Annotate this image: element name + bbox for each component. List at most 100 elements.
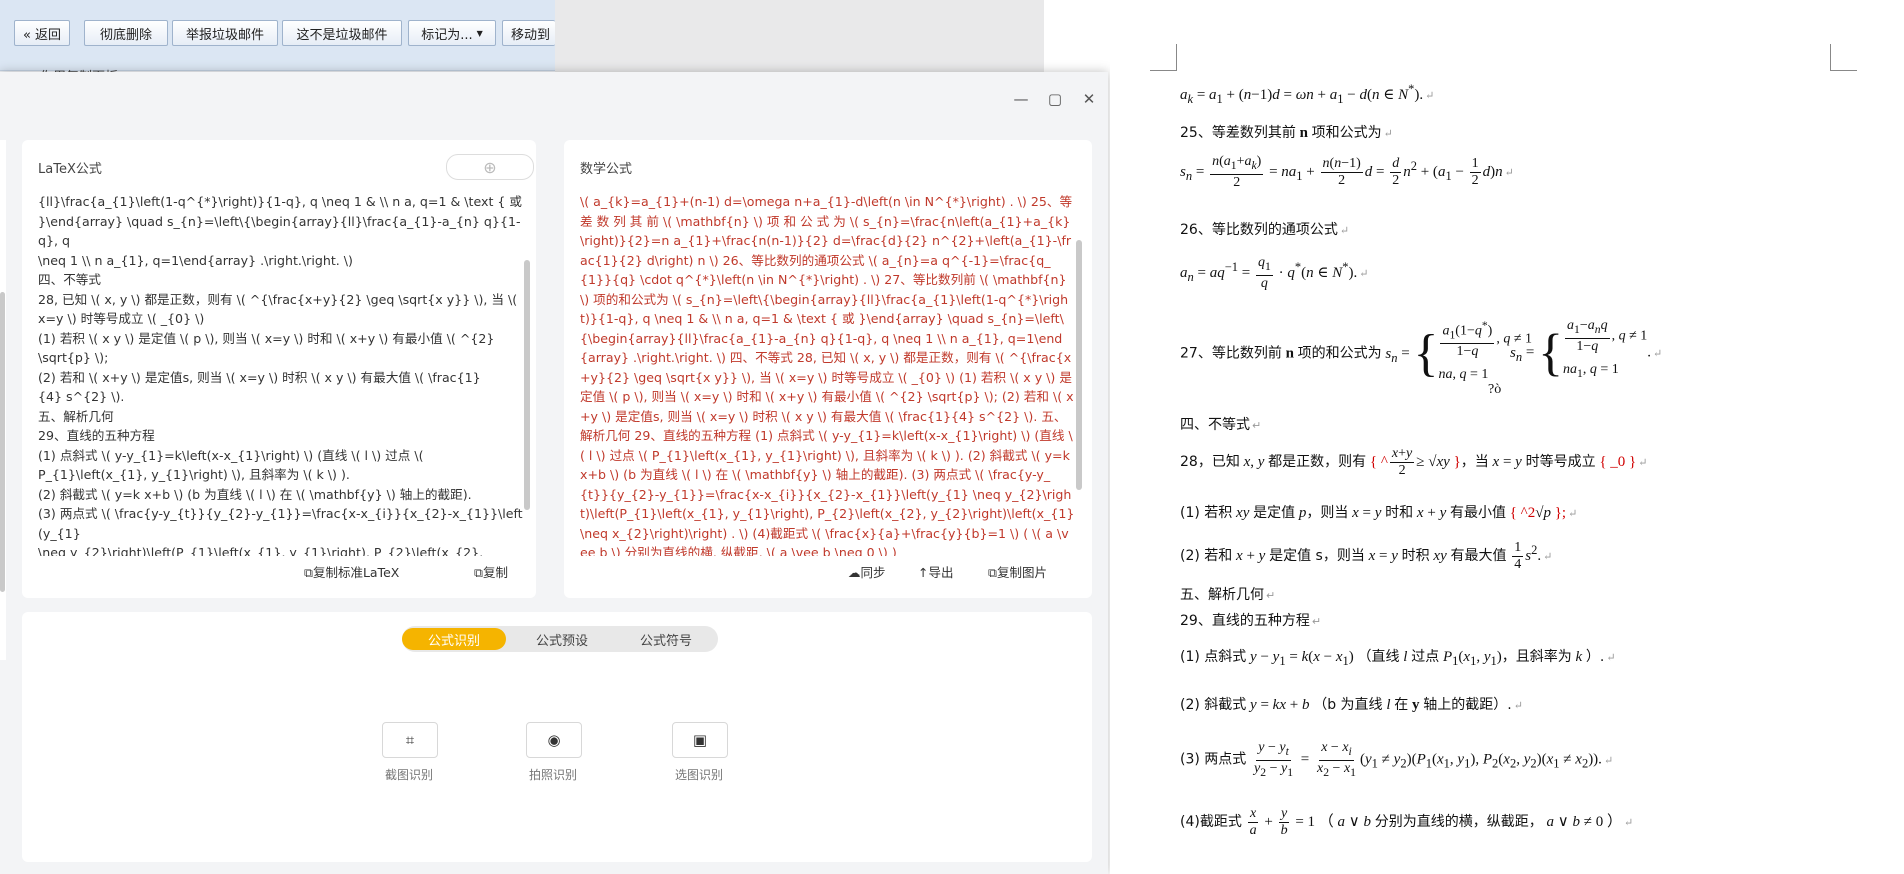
document-page: ak = a1 + (n−1)d = ωn + a1 − d(n ∈ N*). ↵…: [1110, 0, 1904, 874]
formula-ak: ak = a1 + (n−1)d = ωn + a1 − d(n ∈ N*). ↵: [1180, 82, 1435, 106]
photo-recognize-button[interactable]: ◉: [526, 722, 582, 758]
copy-icon: ⧉: [304, 565, 313, 580]
screenshot-recognize-label: 截图识别: [384, 768, 433, 782]
heading-27: 27、等比数列前 n 项的和公式为 sn = {a1(1−q*) 1−q, q ≠…: [1180, 319, 1533, 383]
line-29-4: (4)截距式 xa + yb = 1 （ a ∨ b 分别为直线的横，纵截距， …: [1180, 806, 1634, 838]
page-corner-mark: [1830, 44, 1857, 71]
copy-image-button[interactable]: ⧉复制图片: [988, 562, 1047, 581]
broken-glyph-mark: ?ò: [1488, 382, 1502, 397]
formula-sn: sn = n(a1+ak) 2 = na1 + n(n−1) 2 d = d 2 n2 +…: [1180, 154, 1514, 190]
latex-scrollbar[interactable]: [524, 260, 530, 510]
line-29-1c: 过点: [1411, 649, 1440, 665]
latex-text[interactable]: {ll}\frac{a_{1}\left(1-q^{*}\right)}{1-q…: [38, 192, 528, 556]
back-button[interactable]: « 返回: [14, 20, 70, 46]
heading-26-text: 26、等比数列的通项公式: [1180, 222, 1338, 238]
line-29-2b: （b 为直线: [1313, 697, 1383, 713]
export-button[interactable]: ↑导出: [918, 562, 954, 581]
cloud-icon: ☁: [848, 565, 861, 580]
photo-recognize-label: 拍照识别: [528, 768, 577, 782]
copy-latex-label: 复制: [482, 565, 508, 580]
n-bold: n: [1285, 345, 1294, 362]
line-28-a: 28，已知: [1180, 453, 1240, 470]
copy-standard-latex-button[interactable]: ⧉复制标准LaTeX: [304, 562, 399, 581]
image-icon: ▣: [692, 731, 708, 749]
line-28: 28，已知 x, y 都是正数，则有 { ^ x+y 2 ≥ √xy }，当 x = …: [1180, 446, 1648, 478]
line-28-2b: 是定值 s，则当: [1269, 547, 1365, 564]
line-28-1b: 是定值: [1253, 505, 1296, 521]
latex-panel: LaTeX公式 ⊕ {ll}\frac{a_{1}\left(1-q^{*}\r…: [22, 140, 536, 598]
line-29-3: (3) 两点式 y − yt y2 − y1 = x − xi x2 − x1 (y1…: [1180, 740, 1614, 779]
line-28-1d: 时和: [1385, 505, 1414, 521]
heading-29: 29、直线的五种方程 ↵: [1180, 613, 1322, 629]
maximize-icon[interactable]: ▢: [1046, 90, 1064, 108]
math-panel-title: 数学公式: [580, 162, 633, 177]
heading-29-text: 29、直线的五种方程: [1180, 613, 1310, 629]
camera-icon: ◉: [547, 731, 561, 749]
mark-as-dropdown[interactable]: 标记为... ▼: [408, 20, 496, 46]
math-scrollbar[interactable]: [1076, 240, 1082, 490]
report-spam-button[interactable]: 举报垃圾邮件: [172, 20, 278, 46]
image-recognize-label: 选图识别: [674, 768, 723, 782]
heading-25-text: 25、等差数列其前: [1180, 125, 1296, 141]
line-28-1c: ，则当: [1306, 505, 1349, 521]
line-28-d: 时等号成立: [1525, 453, 1596, 470]
heading-4-text: 四、不等式: [1180, 417, 1250, 433]
line-29-3a: (3) 两点式: [1180, 751, 1247, 768]
mark-as-label: 标记为...: [421, 27, 473, 43]
line-29-1d: ，且斜率为: [1501, 649, 1572, 665]
math-text[interactable]: \( a_{k}=a_{1}+(n-1) d=\omega n+a_{1}-d\…: [580, 192, 1076, 556]
line-29-2d: 轴上的截距）.: [1423, 697, 1512, 713]
line-29-4b: 分别为直线的横，纵截距，: [1374, 813, 1543, 830]
mail-toolbar: « 返回 彻底删除 举报垃圾邮件 这不是垃圾邮件 标记为...▼ 移动到 你用复…: [0, 0, 555, 72]
tab-formula-presets[interactable]: 公式预设: [512, 628, 612, 650]
line-29-1b: （直线: [1357, 649, 1400, 665]
line-28-e: { _0 }: [1599, 453, 1637, 470]
n-bold: n: [1299, 125, 1308, 141]
line-28-2a: (2) 若和: [1180, 547, 1233, 564]
recognition-panel: 公式识别 公式预设 公式符号 ⌗ 截图识别 ◉ 拍照识别 ▣ 选图识别: [22, 612, 1092, 862]
line-28-1: (1) 若积 xy 是定值 p，则当 x = y 时和 x + y 有最小值 {…: [1180, 505, 1578, 521]
close-icon[interactable]: ✕: [1080, 90, 1098, 108]
arrow-up-icon: ↑: [918, 565, 929, 580]
line-29-1: (1) 点斜式 y − y1 = k(x − x1) （直线 l 过点 P1(x…: [1180, 649, 1616, 668]
math-panel: 数学公式 \( a_{k}=a_{1}+(n-1) d=\omega n+a_{…: [564, 140, 1092, 598]
heading-5: 五、解析几何 ↵: [1180, 587, 1276, 603]
copy-standard-latex-label: 复制标准LaTeX: [312, 565, 400, 580]
line-29-2: (2) 斜截式 y = kx + b （b 为直线 l 在 y 轴上的截距）. ↵: [1180, 697, 1523, 713]
line-29-2a: (2) 斜截式: [1180, 697, 1247, 713]
crop-icon: ⌗: [405, 731, 415, 749]
copy-icon: ⧉: [474, 565, 483, 580]
heading-4: 四、不等式 ↵: [1180, 417, 1262, 433]
line-29-1a: (1) 点斜式: [1180, 649, 1247, 665]
formula-sn-alt: sn = {a1−anq 1−q, q ≠ 1 na1, q = 1. ↵: [1510, 318, 1663, 382]
formula-dialog: — ▢ ✕ LaTeX公式 ⊕ {ll}\frac{a_{1}\left(1-q…: [0, 72, 1108, 874]
left-edge-scrollbar[interactable]: [0, 292, 5, 592]
heading-26: 26、等比数列的通项公式 ↵: [1180, 222, 1350, 238]
page-corner-mark: [1150, 44, 1177, 71]
minimize-icon[interactable]: —: [1012, 90, 1030, 108]
line-29-2c: 在: [1394, 697, 1409, 713]
export-label: 导出: [928, 565, 954, 580]
copy-latex-button[interactable]: ⧉复制: [474, 562, 508, 581]
line-28-1e: 有最小值: [1449, 505, 1506, 521]
not-spam-button[interactable]: 这不是垃圾邮件: [282, 20, 402, 46]
tab-formula-recognition[interactable]: 公式识别: [402, 628, 506, 650]
line-28-b: 都是正数，则有: [1268, 453, 1367, 470]
copy-icon: ⧉: [988, 565, 997, 580]
line-28-c: ，当: [1460, 453, 1489, 470]
latex-panel-title: LaTeX公式: [38, 162, 102, 177]
delete-permanently-button[interactable]: 彻底删除: [84, 20, 168, 46]
image-recognize-button[interactable]: ▣: [672, 722, 728, 758]
copy-image-label: 复制图片: [996, 565, 1047, 580]
add-icon[interactable]: ⊕: [446, 154, 534, 180]
move-to-button[interactable]: 移动到: [502, 20, 555, 46]
line-28-2d: 有最大值: [1450, 547, 1507, 564]
sync-button[interactable]: ☁同步: [848, 562, 886, 581]
heading-27-text: 27、等比数列前: [1180, 345, 1282, 362]
line-28-2: (2) 若和 x + y 是定值 s，则当 x = y 时积 xy 有最大值 1…: [1180, 540, 1553, 572]
tab-formula-symbols[interactable]: 公式符号: [616, 628, 716, 650]
screenshot-recognize-button[interactable]: ⌗: [382, 722, 438, 758]
line-29-1e: ）.: [1585, 649, 1605, 665]
line-29-4a: (4)截距式: [1180, 813, 1242, 830]
heading-25: 25、等差数列其前 n 项和公式为 ↵: [1180, 125, 1393, 141]
